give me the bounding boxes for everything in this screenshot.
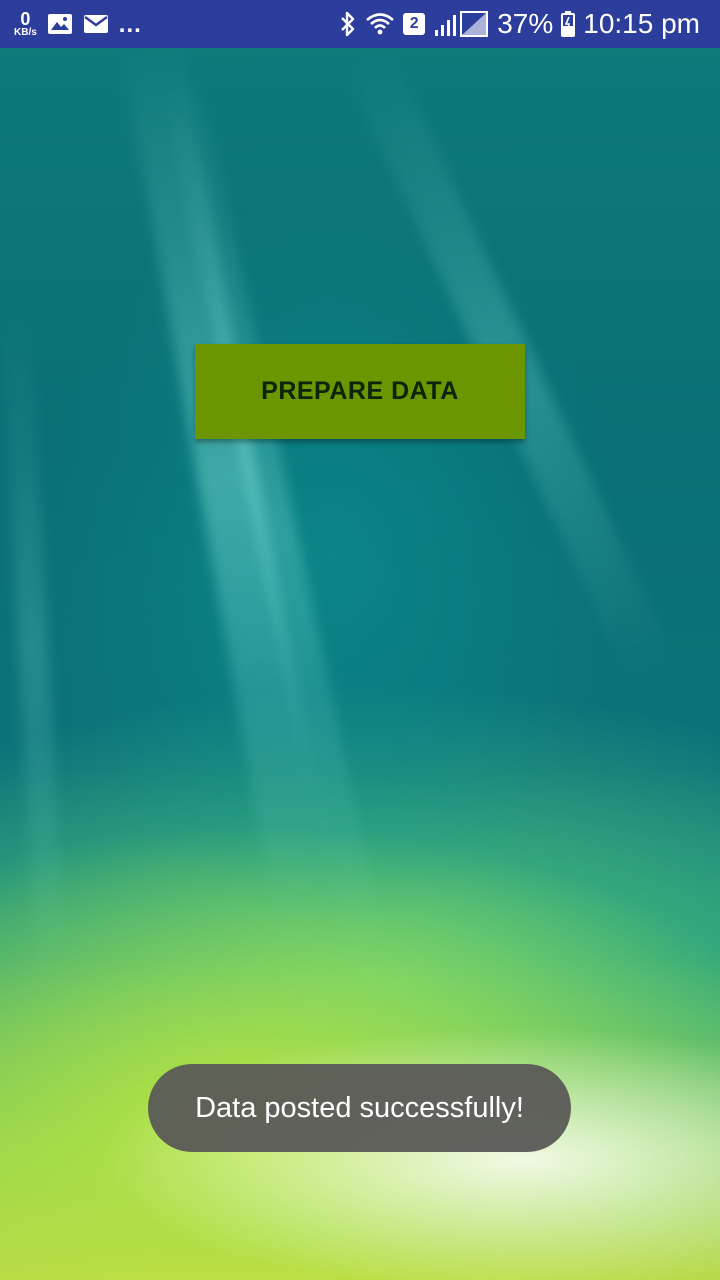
clock: 10:15 pm — [583, 8, 700, 39]
toast-message: Data posted successfully! — [148, 1064, 571, 1152]
network-speed-unit: KB/s — [14, 27, 37, 38]
battery-icon — [561, 11, 576, 37]
mail-icon — [83, 14, 109, 34]
wifi-icon — [365, 12, 395, 36]
image-icon — [47, 13, 73, 35]
battery-percent: 37% — [497, 8, 554, 39]
bluetooth-icon — [339, 11, 357, 37]
prepare-data-button[interactable]: PREPARE DATA — [195, 344, 525, 439]
toast-text: Data posted successfully! — [195, 1091, 524, 1124]
signal-icon — [433, 10, 489, 38]
sim-badge: 2 — [403, 13, 426, 35]
network-speed: 0 KB/s — [14, 10, 37, 38]
notification-overflow: ... — [118, 11, 142, 38]
status-bar: 0 KB/s ... 2 37% 10:15 pm — [0, 0, 720, 48]
network-speed-value: 0 — [20, 9, 31, 29]
